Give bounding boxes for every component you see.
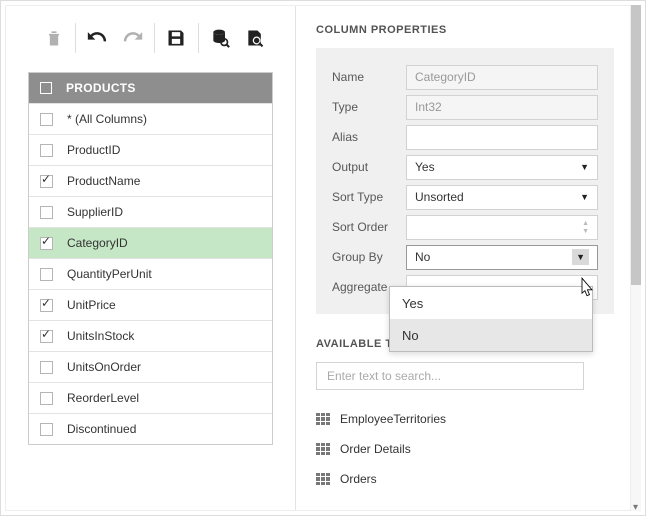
table-title: PRODUCTS (66, 81, 136, 95)
prop-label-output: Output (332, 160, 406, 174)
undo-icon (87, 28, 107, 48)
prop-label-groupby: Group By (332, 250, 406, 264)
header-checkbox[interactable] (40, 82, 52, 94)
available-item[interactable]: EmployeeTerritories (316, 404, 614, 434)
row-checkbox[interactable] (40, 175, 53, 188)
row-checkbox[interactable] (40, 268, 53, 281)
dropdown-option-yes[interactable]: Yes (390, 287, 592, 319)
row-checkbox[interactable] (40, 113, 53, 126)
type-field: Int32 (406, 95, 598, 120)
spinner-icon[interactable]: ▲▼ (582, 220, 589, 235)
groupby-dropdown[interactable]: No▼ (406, 245, 598, 270)
row-checkbox[interactable] (40, 330, 53, 343)
prop-label-alias: Alias (332, 130, 406, 144)
table-row[interactable]: ProductName (29, 165, 272, 196)
groupby-dropdown-popup: Yes No (389, 286, 593, 352)
row-label: ProductID (67, 143, 120, 157)
column-properties-title: COLUMN PROPERTIES (316, 24, 614, 36)
properties-panel: NameCategoryID TypeInt32 Alias OutputYes… (316, 48, 614, 314)
table-row[interactable]: Discontinued (29, 413, 272, 444)
dropdown-option-no[interactable]: No (390, 319, 592, 351)
table-row[interactable]: * (All Columns) (29, 103, 272, 134)
row-checkbox[interactable] (40, 423, 53, 436)
available-item-label: Order Details (340, 442, 411, 456)
prop-label-sorttype: Sort Type (332, 190, 406, 204)
table-row[interactable]: QuantityPerUnit (29, 258, 272, 289)
scroll-down-arrow[interactable]: ▾ (633, 503, 638, 513)
table-icon (316, 473, 330, 485)
row-checkbox[interactable] (40, 361, 53, 374)
row-checkbox[interactable] (40, 237, 53, 250)
preview-icon (245, 28, 265, 48)
sorttype-dropdown[interactable]: Unsorted▼ (406, 185, 598, 210)
row-label: UnitsInStock (67, 329, 134, 343)
available-item-label: Orders (340, 472, 377, 486)
vertical-scrollbar[interactable]: ▴ ▾ (631, 5, 641, 511)
row-checkbox[interactable] (40, 206, 53, 219)
row-label: QuantityPerUnit (67, 267, 152, 281)
redo-icon (123, 28, 143, 48)
table-row[interactable]: UnitsInStock (29, 320, 272, 351)
prop-label-type: Type (332, 100, 406, 114)
available-item[interactable]: Orders (316, 464, 614, 494)
table-row[interactable]: ReorderLevel (29, 382, 272, 413)
separator (75, 23, 76, 53)
row-checkbox[interactable] (40, 392, 53, 405)
name-field: CategoryID (406, 65, 598, 90)
scrollbar-thumb[interactable] (631, 5, 641, 285)
table-icon (316, 443, 330, 455)
table-header[interactable]: PRODUCTS (29, 73, 272, 103)
preview-button[interactable] (238, 20, 273, 56)
row-label: CategoryID (67, 236, 128, 250)
separator (198, 23, 199, 53)
delete-button[interactable] (36, 20, 71, 56)
table-icon (316, 413, 330, 425)
output-dropdown[interactable]: Yes▼ (406, 155, 598, 180)
table-row[interactable]: ProductID (29, 134, 272, 165)
chevron-down-icon: ▼ (572, 249, 589, 265)
row-label: * (All Columns) (67, 112, 147, 126)
toolbar (36, 20, 273, 56)
search-placeholder: Enter text to search... (327, 369, 441, 383)
row-checkbox[interactable] (40, 144, 53, 157)
alias-field[interactable] (406, 125, 598, 150)
undo-button[interactable] (80, 20, 115, 56)
row-label: ProductName (67, 174, 140, 188)
row-label: Discontinued (67, 422, 136, 436)
columns-table: PRODUCTS * (All Columns) ProductID Produ… (28, 72, 273, 445)
save-button[interactable] (159, 20, 194, 56)
table-row-selected[interactable]: CategoryID (29, 227, 272, 258)
table-row[interactable]: SupplierID (29, 196, 272, 227)
prop-label-sortorder: Sort Order (332, 220, 406, 234)
table-row[interactable]: UnitPrice (29, 289, 272, 320)
available-item-label: EmployeeTerritories (340, 412, 446, 426)
row-label: SupplierID (67, 205, 123, 219)
database-icon (210, 28, 230, 48)
row-label: ReorderLevel (67, 391, 139, 405)
chevron-down-icon: ▼ (580, 162, 589, 172)
prop-label-name: Name (332, 70, 406, 84)
table-row[interactable]: UnitsOnOrder (29, 351, 272, 382)
row-label: UnitPrice (67, 298, 116, 312)
row-label: UnitsOnOrder (67, 360, 141, 374)
redo-button[interactable] (115, 20, 150, 56)
chevron-down-icon: ▼ (580, 192, 589, 202)
row-checkbox[interactable] (40, 299, 53, 312)
trash-icon (44, 28, 64, 48)
separator (154, 23, 155, 53)
db-button[interactable] (203, 20, 238, 56)
save-icon (166, 28, 186, 48)
search-input[interactable]: Enter text to search... (316, 362, 584, 390)
sortorder-field[interactable]: ▲▼ (406, 215, 598, 240)
available-item[interactable]: Order Details (316, 434, 614, 464)
